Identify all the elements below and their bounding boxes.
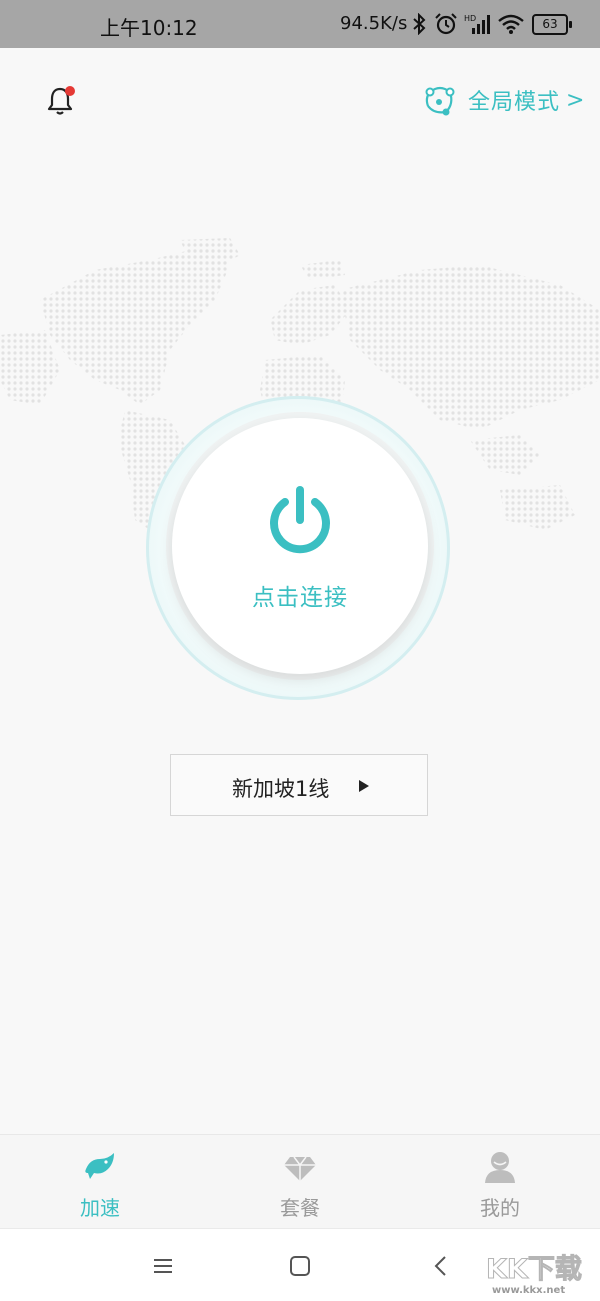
tab-accelerate-label: 加速 <box>80 1196 120 1220</box>
status-bar: 上午10:12 94.5K/s HD 63 <box>0 0 600 48</box>
global-mode-button[interactable]: 全局模式 > <box>422 82 584 118</box>
bluetooth-icon <box>413 13 426 35</box>
global-mode-label: 全局模式 <box>468 90 561 115</box>
tab-profile[interactable]: 我的 <box>400 1135 600 1229</box>
alarm-icon <box>435 13 457 35</box>
home-icon[interactable] <box>287 1253 313 1279</box>
svg-text:HD: HD <box>464 14 476 23</box>
tab-profile-label: 我的 <box>480 1196 520 1220</box>
tab-plans-label: 套餐 <box>280 1196 320 1220</box>
kkx-watermark-logo: KK下载 www.kkx.net <box>486 1254 583 1297</box>
bird-icon <box>85 1153 114 1179</box>
battery-icon: 63 <box>532 14 572 35</box>
network-speed: 94.5K/s <box>340 13 408 34</box>
menu-icon[interactable] <box>150 1253 176 1279</box>
user-icon <box>485 1152 515 1183</box>
network-nodes-icon <box>425 86 455 116</box>
tab-plans[interactable]: 套餐 <box>200 1135 400 1229</box>
connect-button[interactable]: 点击连接 <box>172 418 428 674</box>
hd-signal-icon: HD <box>464 14 490 34</box>
power-icon <box>270 486 330 554</box>
bottom-nav: 加速 套餐 我的 <box>0 1134 600 1229</box>
server-label: 新加坡1线 <box>232 777 330 801</box>
wifi-icon <box>498 14 524 34</box>
svg-text:www.kkx.net: www.kkx.net <box>492 1285 565 1296</box>
svg-text:KK下载: KK下载 <box>486 1254 582 1285</box>
diamond-icon <box>284 1156 316 1181</box>
chevron-right-icon: > <box>566 87 585 113</box>
tab-accelerate[interactable]: 加速 <box>0 1135 200 1229</box>
server-selector[interactable]: 新加坡1线 <box>170 754 428 816</box>
bell-icon[interactable] <box>46 84 76 116</box>
unread-dot <box>65 86 75 96</box>
back-icon[interactable] <box>428 1253 454 1279</box>
connect-label: 点击连接 <box>252 585 348 611</box>
play-arrow-icon <box>359 780 369 792</box>
status-time: 上午10:12 <box>100 16 198 40</box>
